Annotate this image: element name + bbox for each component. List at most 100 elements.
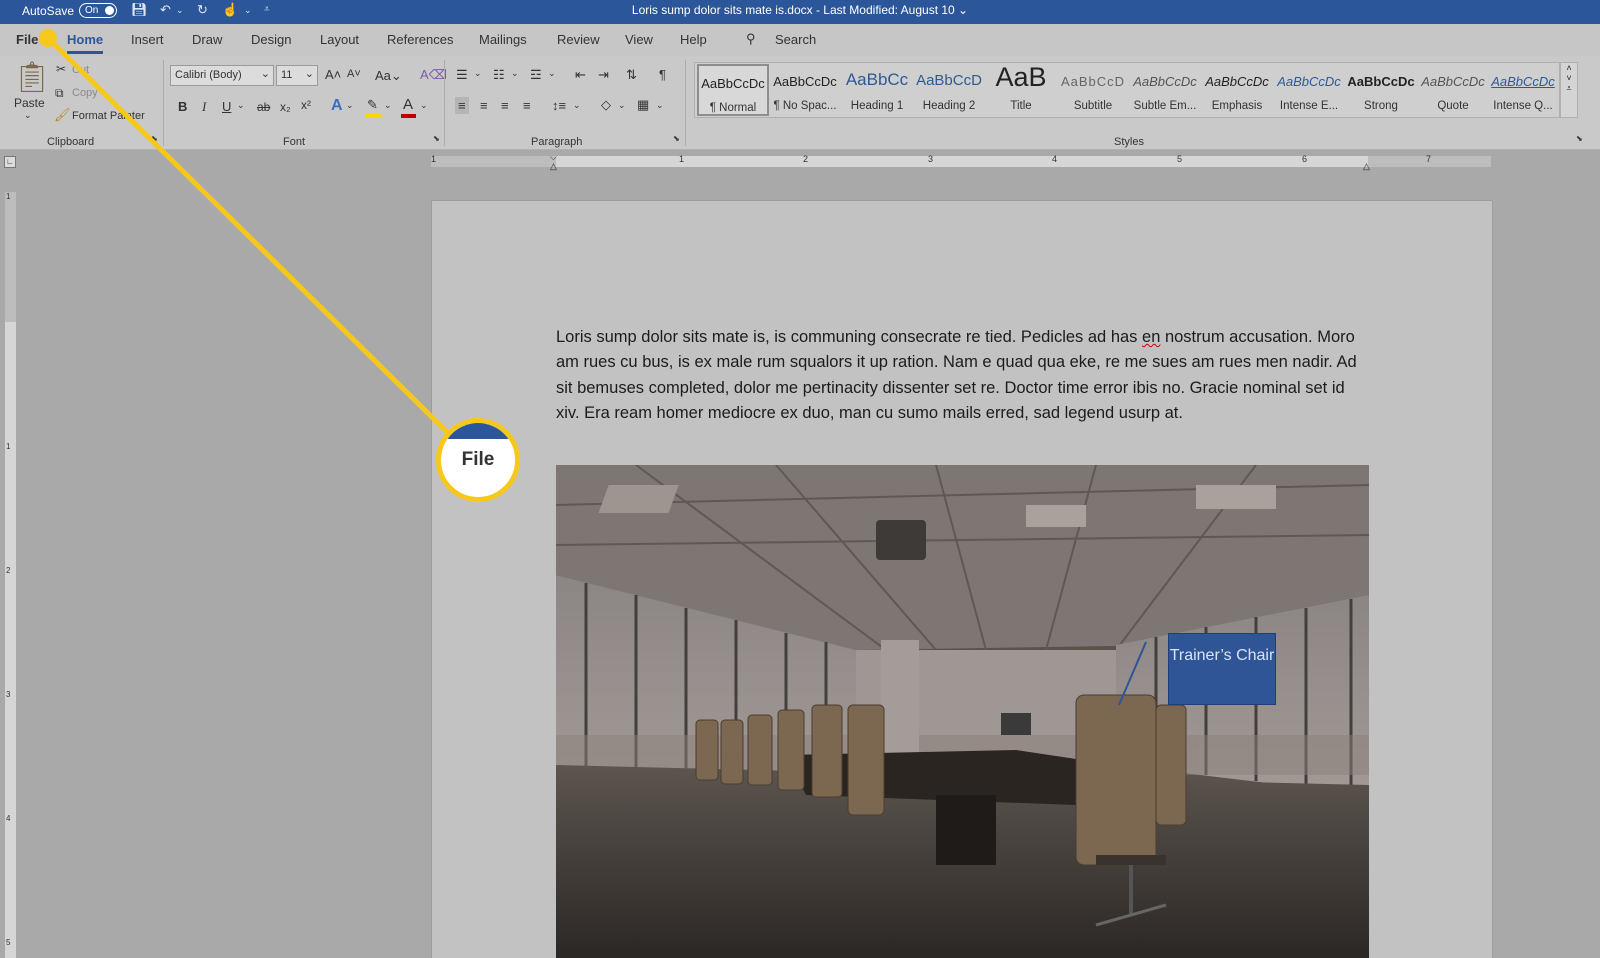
styles-scroll[interactable]: ˄ ˅ ⩡ <box>1560 62 1578 118</box>
chevron-down-icon[interactable]: ˅ <box>1561 73 1577 83</box>
style-name: ¶ No Spac... <box>773 100 837 112</box>
sort-icon[interactable]: ⇅ <box>626 67 637 83</box>
style-heading-1[interactable]: AaBbCc Heading 1 <box>841 64 913 116</box>
style-strong[interactable]: AaBbCcDc Strong <box>1345 64 1417 116</box>
grow-font-icon[interactable]: A˄ <box>325 67 341 82</box>
tab-view[interactable]: View <box>625 32 653 47</box>
right-indent-marker[interactable]: △ <box>1363 161 1370 172</box>
left-indent-marker[interactable]: △ <box>550 161 557 172</box>
multilevel-list-icon[interactable]: ☲ <box>530 67 542 83</box>
shrink-font-icon[interactable]: A˅ <box>347 68 361 80</box>
font-family-select[interactable]: Calibri (Body) <box>170 65 274 86</box>
ruler-number: 4 <box>1052 154 1058 164</box>
align-left-icon[interactable]: ≡ <box>455 97 469 114</box>
format-painter-icon[interactable]: 🖌︎ <box>54 107 71 123</box>
change-case-icon[interactable]: Aa⌄ <box>375 68 402 84</box>
copy-icon[interactable]: ⧉ <box>55 86 64 101</box>
align-center-icon[interactable]: ≡ <box>480 98 488 113</box>
tab-insert[interactable]: Insert <box>131 32 164 47</box>
line-spacing-icon[interactable]: ↕≡ <box>552 98 566 113</box>
copy-button[interactable]: Copy <box>72 87 98 99</box>
italic-icon[interactable]: I <box>202 99 206 115</box>
misspelled-word[interactable]: en <box>1142 328 1160 346</box>
paragraph-launcher-icon[interactable]: ⬊ <box>673 134 680 143</box>
document-page[interactable]: Loris sump dolor sits mate is, is commun… <box>431 200 1493 958</box>
style-no-spacing[interactable]: AaBbCcDc ¶ No Spac... <box>769 64 841 116</box>
vertical-ruler[interactable]: 1 1 2 3 4 5 <box>5 192 16 958</box>
style-preview: AaBbCcDc <box>1205 74 1269 89</box>
search-box[interactable]: Search <box>775 32 816 47</box>
multilevel-dropdown-icon[interactable]: ⌄ <box>548 68 556 79</box>
tab-mailings[interactable]: Mailings <box>479 32 527 47</box>
ruler-number: 3 <box>928 154 934 164</box>
conference-room-photo[interactable]: Trainer’s Chair <box>556 465 1369 958</box>
highlight-dot <box>39 29 57 47</box>
style-preview: AaBbCcDc <box>1491 74 1555 89</box>
horizontal-ruler[interactable]: 1 1 2 3 4 5 6 7 ⌵ △ △ <box>431 152 1491 171</box>
tab-help[interactable]: Help <box>680 32 707 47</box>
font-color-dropdown-icon[interactable]: ⌄ <box>420 100 428 111</box>
borders-icon[interactable]: ▦ <box>637 97 649 113</box>
align-right-icon[interactable]: ≡ <box>501 98 509 113</box>
trainers-chair-callout[interactable]: Trainer’s Chair <box>1168 633 1276 705</box>
tab-layout[interactable]: Layout <box>320 32 359 47</box>
clear-formatting-icon[interactable]: A⌫ <box>420 67 447 83</box>
font-color-icon[interactable]: A <box>403 96 413 113</box>
text-effects-icon[interactable]: A <box>331 97 343 115</box>
bold-icon[interactable]: B <box>178 99 187 114</box>
style-title[interactable]: AaB Title <box>985 62 1057 116</box>
increase-indent-icon[interactable]: ⇥ <box>598 67 609 83</box>
cut-icon[interactable]: ✂ <box>56 62 66 76</box>
style-name: Strong <box>1364 100 1398 112</box>
shading-dropdown-icon[interactable]: ⌄ <box>618 100 626 111</box>
more-styles-icon[interactable]: ⩡ <box>1561 83 1577 94</box>
chevron-up-icon[interactable]: ˄ <box>1561 63 1577 73</box>
bullets-dropdown-icon[interactable]: ⌄ <box>474 68 482 79</box>
borders-dropdown-icon[interactable]: ⌄ <box>656 100 664 111</box>
style-subtitle[interactable]: AaBbCcD Subtitle <box>1057 64 1129 116</box>
style-name: Heading 2 <box>922 100 976 112</box>
cut-button[interactable]: Cut <box>72 64 89 76</box>
style-normal[interactable]: AaBbCcDc ¶ Normal <box>697 64 769 116</box>
decrease-indent-icon[interactable]: ⇤ <box>575 67 586 83</box>
tab-home[interactable]: Home <box>67 32 104 54</box>
shading-icon[interactable]: ◇ <box>601 97 611 113</box>
style-quote[interactable]: AaBbCcDc Quote <box>1417 64 1489 116</box>
text-effects-dropdown-icon[interactable]: ⌄ <box>346 100 354 111</box>
underline-dropdown-icon[interactable]: ⌄ <box>237 100 245 111</box>
font-size-select[interactable]: 11 <box>276 65 318 86</box>
subscript-icon[interactable]: x₂ <box>280 100 291 114</box>
highlight-dropdown-icon[interactable]: ⌄ <box>384 100 392 111</box>
document-title[interactable]: Loris sump dolor sits mate is.docx - Las… <box>0 3 1600 17</box>
tab-file[interactable]: File <box>16 32 38 47</box>
style-preview: AaBbCcDc <box>701 76 765 91</box>
style-intense-emphasis[interactable]: AaBbCcDc Intense E... <box>1273 64 1345 116</box>
clipboard-launcher-icon[interactable]: ⬊ <box>151 134 158 143</box>
line-spacing-dropdown-icon[interactable]: ⌄ <box>573 100 581 111</box>
highlight-color-icon[interactable]: ✎ <box>367 97 378 113</box>
style-heading-2[interactable]: AaBbCcD Heading 2 <box>913 64 985 116</box>
paste-icon[interactable]: 📋︎ <box>13 60 51 95</box>
numbering-dropdown-icon[interactable]: ⌄ <box>511 68 519 79</box>
strikethrough-icon[interactable]: ab <box>257 100 270 114</box>
format-painter-button[interactable]: Format Painter <box>72 110 145 122</box>
numbering-icon[interactable]: ☷ <box>493 67 505 83</box>
style-intense-quote[interactable]: AaBbCcDc Intense Q... <box>1489 64 1557 116</box>
styles-launcher-icon[interactable]: ⬊ <box>1576 134 1583 143</box>
paste-button[interactable]: Paste <box>14 96 45 110</box>
style-emphasis[interactable]: AaBbCcDc Emphasis <box>1201 64 1273 116</box>
tab-draw[interactable]: Draw <box>192 32 222 47</box>
justify-icon[interactable]: ≡ <box>523 98 531 113</box>
superscript-icon[interactable]: x² <box>301 98 311 112</box>
paste-dropdown-icon[interactable]: ⌄ <box>24 110 32 121</box>
tab-review[interactable]: Review <box>557 32 600 47</box>
show-formatting-icon[interactable]: ¶ <box>659 67 666 82</box>
underline-icon[interactable]: U <box>222 99 231 114</box>
bullets-icon[interactable]: ☰ <box>456 67 468 83</box>
style-subtle-emphasis[interactable]: AaBbCcDc Subtle Em... <box>1129 64 1201 116</box>
font-launcher-icon[interactable]: ⬊ <box>433 134 440 143</box>
tab-references[interactable]: References <box>387 32 453 47</box>
tab-selector-icon[interactable]: ∟ <box>4 156 16 168</box>
tab-design[interactable]: Design <box>251 32 291 47</box>
body-paragraph[interactable]: Loris sump dolor sits mate is, is commun… <box>556 325 1372 427</box>
